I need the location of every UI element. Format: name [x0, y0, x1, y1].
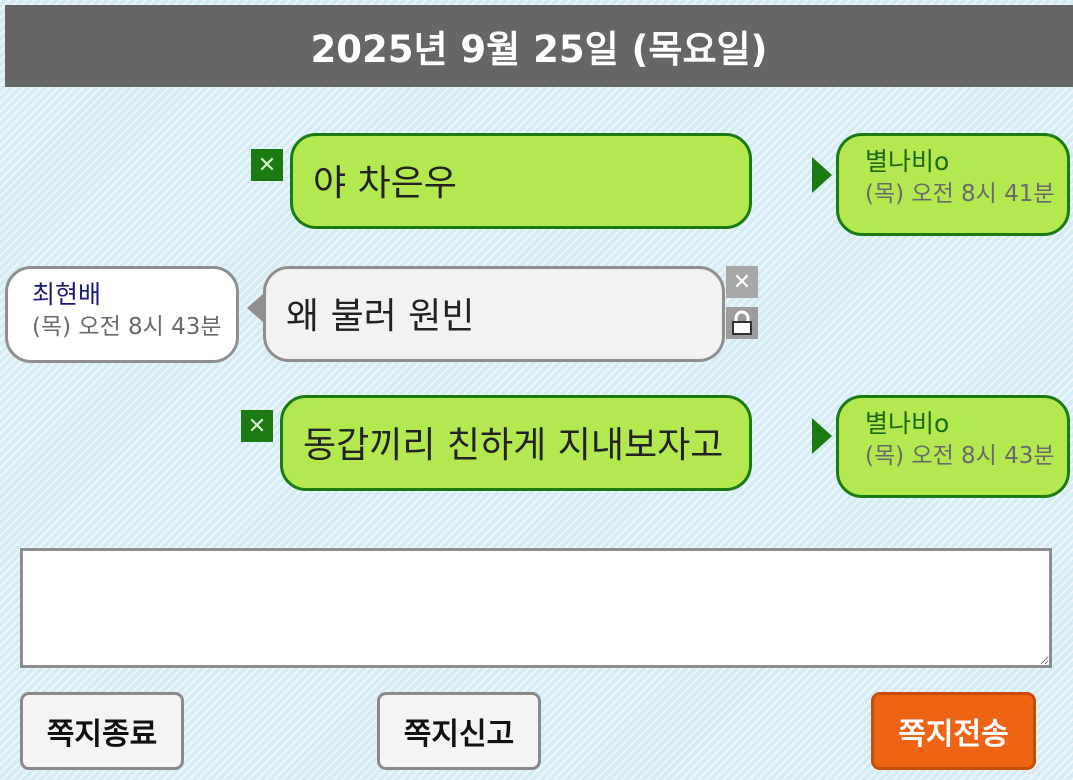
message-time: (목) 오전 8시 41분 [865, 181, 1055, 207]
sender-card[interactable]: 최현배 (목) 오전 8시 43분 [5, 266, 239, 363]
sender-pointer-icon [812, 418, 832, 454]
delete-message-icon[interactable]: ✕ [726, 266, 758, 298]
delete-message-icon[interactable]: ✕ [251, 149, 283, 181]
date-title: 2025년 9월 25일 (목요일) [310, 28, 768, 71]
sender-name: 별나비o [865, 409, 950, 438]
bubble-tail-icon [247, 294, 263, 322]
message-input[interactable] [20, 548, 1052, 668]
message-bubble: 왜 불러 원빈 [263, 266, 725, 362]
report-message-button[interactable]: 쪽지신고 [377, 692, 541, 770]
message-bubble: 동갑끼리 친하게 지내보자고 [280, 395, 752, 491]
sender-name: 최현배 [32, 280, 102, 309]
lock-icon[interactable] [726, 307, 758, 339]
message-time: (목) 오전 8시 43분 [32, 314, 222, 340]
send-message-button[interactable]: 쪽지전송 [871, 692, 1036, 770]
date-header: 2025년 9월 25일 (목요일) [5, 5, 1073, 87]
message-time: (목) 오전 8시 43분 [865, 443, 1055, 469]
close-messages-button[interactable]: 쪽지종료 [20, 692, 184, 770]
sender-pointer-icon [812, 157, 832, 193]
sender-card[interactable]: 별나비o (목) 오전 8시 41분 [836, 133, 1070, 236]
message-text: 야 차은우 [313, 163, 457, 204]
message-text: 왜 불러 원빈 [286, 296, 475, 337]
send-label: 쪽지전송 [898, 717, 1009, 752]
message-bubble: 야 차은우 [290, 133, 752, 229]
sender-card[interactable]: 별나비o (목) 오전 8시 43분 [836, 395, 1070, 498]
report-label: 쪽지신고 [403, 717, 515, 752]
close-label: 쪽지종료 [46, 717, 158, 752]
message-text: 동갑끼리 친하게 지내보자고 [303, 425, 724, 466]
delete-message-icon[interactable]: ✕ [241, 410, 273, 442]
sender-name: 별나비o [865, 147, 950, 176]
